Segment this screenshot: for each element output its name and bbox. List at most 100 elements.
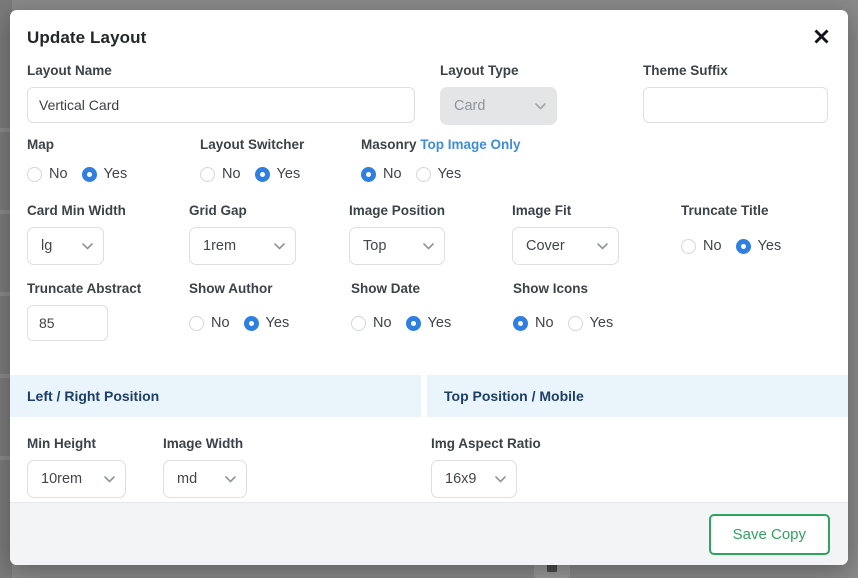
field-truncate-title: Truncate Title No Yes [676,202,781,265]
image-width-select[interactable]: md [163,460,247,498]
save-copy-button[interactable]: Save Copy [708,513,830,555]
field-card-min-width: Card Min Width lg [27,202,189,265]
layout-name-input[interactable] [27,87,415,123]
layout-type-value: Card [454,98,486,114]
grid-gap-select[interactable]: 1rem [189,227,296,265]
field-show-date: Show Date No Yes [351,280,513,341]
chevron-down-icon [423,242,434,249]
image-fit-label: Image Fit [512,203,572,218]
show-date-option-no[interactable]: No [351,315,392,331]
section-headers: Left / Right Position Top Position / Mob… [10,375,848,417]
field-grid-gap: Grid Gap 1rem [189,202,349,265]
chevron-down-icon [104,475,115,482]
show-icons-option-yes-label: Yes [589,315,614,331]
card-min-width-select[interactable]: lg [27,227,104,265]
dialog-body: Update Layout Layout Name Layout Type Ca… [10,10,848,502]
radio-dot [243,315,259,331]
map-option-no[interactable]: No [27,166,68,182]
show-date-radio-group: No Yes [351,305,513,341]
truncate-title-label: Truncate Title [681,203,769,218]
show-date-option-no-label: No [373,315,392,331]
section-fields: Min Height 10rem Image Width md Img Aspe… [10,417,848,498]
layout-switcher-option-yes[interactable]: Yes [254,166,301,182]
form-row-1: Layout Name Layout Type Card Theme Suffi… [27,62,831,125]
masonry-option-yes-label: Yes [437,166,462,182]
layout-name-label: Layout Name [27,63,112,78]
field-masonry: Masonry Top Image Only No Yes [361,136,521,187]
card-min-width-value: lg [41,238,53,254]
field-layout-type: Layout Type Card [440,62,643,125]
image-position-value: Top [363,238,387,254]
field-show-author: Show Author No Yes [189,280,351,341]
radio-dot [27,166,42,182]
image-width-label: Image Width [163,436,244,451]
truncate-title-option-no-label: No [703,238,722,254]
layout-switcher-label: Layout Switcher [200,137,305,152]
show-icons-radio-group: No Yes [513,305,613,341]
close-icon[interactable] [804,19,838,53]
masonry-option-no[interactable]: No [361,166,402,182]
form-row-3: Card Min Width lg Grid Gap 1rem Image Po… [27,202,831,265]
theme-suffix-label: Theme Suffix [643,63,728,78]
show-author-label: Show Author [189,281,273,296]
show-author-option-no[interactable]: No [189,315,230,331]
show-icons-option-yes[interactable]: Yes [567,315,614,331]
radio-dot [735,238,751,254]
radio-dot [189,315,204,331]
masonry-option-yes[interactable]: Yes [415,166,462,182]
truncate-abstract-input[interactable] [27,305,108,341]
field-layout-name: Layout Name [27,62,440,123]
image-position-select[interactable]: Top [349,227,445,265]
chevron-down-icon [597,242,608,249]
min-height-select[interactable]: 10rem [27,460,126,498]
top-image-only-link[interactable]: Top Image Only [420,137,520,152]
truncate-title-option-no[interactable]: No [681,238,722,254]
layout-switcher-option-yes-label: Yes [276,166,301,182]
map-option-yes[interactable]: Yes [81,166,127,182]
field-map: Map No Yes [27,136,200,187]
layout-switcher-radio-group: No Yes [200,161,361,187]
section-header-top-mobile: Top Position / Mobile [427,375,848,417]
image-width-value: md [177,471,198,487]
radio-dot [351,315,366,331]
img-aspect-ratio-select[interactable]: 16x9 [431,460,517,498]
field-image-position: Image Position Top [349,202,512,265]
image-position-label: Image Position [349,203,446,218]
field-min-height: Min Height 10rem [27,435,163,498]
radio-dot [361,166,376,182]
map-label: Map [27,137,54,152]
show-author-option-no-label: No [211,315,230,331]
radio-dot [81,166,97,182]
show-icons-option-no[interactable]: No [513,315,554,331]
chevron-down-icon [82,242,93,249]
radio-dot [567,315,583,331]
field-img-aspect-ratio: Img Aspect Ratio 16x9 [431,435,541,498]
masonry-label-text: Masonry [361,137,417,152]
radio-dot [254,166,270,182]
truncate-title-option-yes[interactable]: Yes [735,238,781,254]
layout-switcher-option-no[interactable]: No [200,166,241,182]
show-date-option-yes[interactable]: Yes [405,315,452,331]
radio-dot [405,315,421,331]
layout-switcher-option-no-label: No [222,166,241,182]
field-layout-switcher: Layout Switcher No Yes [200,136,361,187]
theme-suffix-input[interactable] [643,87,828,123]
layout-type-label: Layout Type [440,63,519,78]
field-show-icons: Show Icons No Yes [513,280,613,341]
show-author-option-yes[interactable]: Yes [243,315,290,331]
show-date-option-yes-label: Yes [427,315,452,331]
show-author-radio-group: No Yes [189,305,351,341]
map-option-no-label: No [49,166,68,182]
map-radio-group: No Yes [27,161,200,187]
radio-dot [681,238,696,254]
chevron-down-icon [225,475,236,482]
image-fit-select[interactable]: Cover [512,227,619,265]
field-image-width: Image Width md [163,435,431,498]
truncate-title-radio-group: No Yes [681,227,781,265]
show-author-option-yes-label: Yes [265,315,290,331]
chevron-down-icon [274,242,285,249]
masonry-option-no-label: No [383,166,402,182]
min-height-label: Min Height [27,436,96,451]
grid-gap-value: 1rem [203,238,237,254]
section-header-left-right: Left / Right Position [10,375,421,417]
